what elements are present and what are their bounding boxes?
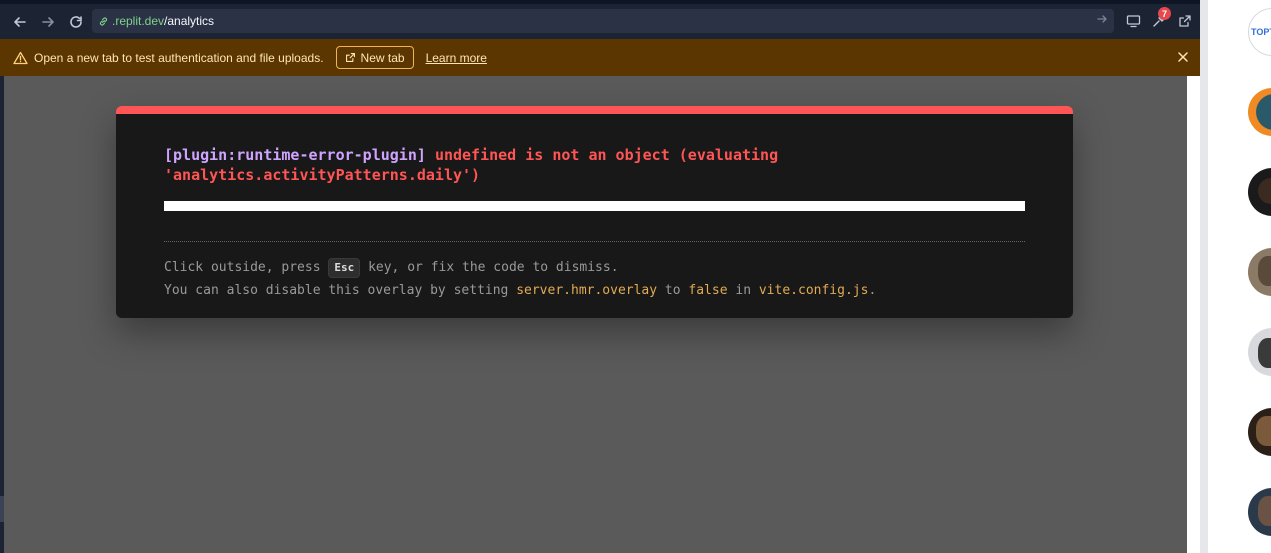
arrow-go-icon[interactable]	[1096, 13, 1108, 25]
tip-text: in	[735, 283, 752, 298]
company-logo[interactable]: TOPT	[1248, 8, 1271, 56]
tip-text: to	[664, 283, 681, 298]
url-domain: .replit.dev	[112, 14, 165, 28]
close-icon[interactable]	[1176, 50, 1190, 64]
monitor-icon	[1126, 15, 1140, 28]
page-scrollbar[interactable]	[1187, 76, 1200, 553]
pane-divider[interactable]	[1200, 0, 1208, 553]
link-icon	[99, 16, 108, 26]
forward-button[interactable]	[34, 8, 62, 36]
info-banner: Open a new tab to test authentication an…	[0, 39, 1200, 76]
new-tab-button[interactable]: New tab	[335, 46, 414, 69]
tip-line-2: You can also disable this overlay by set…	[164, 279, 876, 302]
tip-text: .	[868, 283, 877, 298]
tip-text: You can also disable this overlay by set…	[164, 283, 509, 298]
side-panel: TOPT	[1208, 0, 1271, 553]
arrow-right-icon	[42, 16, 54, 27]
tip-line-1: Click outside, press Esc key, or fix the…	[164, 256, 876, 279]
external-link-icon	[1179, 15, 1191, 27]
tip-false-code: false	[688, 283, 728, 298]
notification-badge: 7	[1158, 7, 1171, 20]
toolbar-actions: 7	[1122, 7, 1196, 34]
error-frame-placeholder	[164, 201, 1025, 211]
avatar[interactable]	[1248, 88, 1271, 136]
new-tab-label: New tab	[360, 50, 405, 65]
tip-text: key, or fix the code to dismiss.	[368, 260, 619, 275]
error-plugin-name: [plugin:runtime-error-plugin]	[164, 146, 426, 164]
open-new-window-button[interactable]	[1174, 8, 1196, 34]
error-message: [plugin:runtime-error-plugin] undefined …	[164, 145, 924, 185]
url-bar[interactable]: .replit.dev/analytics	[92, 9, 1114, 33]
tip-file-code: vite.config.js	[758, 283, 869, 298]
devtools-button[interactable]: 7	[1148, 7, 1171, 34]
company-logo-text: TOPT	[1251, 27, 1271, 37]
learn-more-link[interactable]: Learn more	[426, 51, 487, 65]
overlay-tip: Click outside, press Esc key, or fix the…	[164, 256, 876, 302]
avatar[interactable]	[1248, 248, 1271, 296]
tip-text: Click outside, press	[164, 260, 321, 275]
external-link-icon	[345, 53, 355, 62]
error-overlay: [plugin:runtime-error-plugin] undefined …	[116, 106, 1073, 318]
url-path: /analytics	[164, 14, 215, 28]
tip-setting-code: server.hmr.overlay	[516, 283, 658, 298]
esc-key: Esc	[328, 258, 361, 278]
avatar[interactable]	[1248, 408, 1271, 456]
avatar[interactable]	[1248, 488, 1271, 536]
avatar[interactable]	[1248, 168, 1271, 216]
arrow-left-icon	[14, 16, 26, 27]
banner-message: Open a new tab to test authentication an…	[34, 50, 324, 65]
avatar[interactable]	[1248, 328, 1271, 376]
overlay-divider	[164, 241, 1025, 242]
reload-icon	[70, 15, 82, 28]
devices-button[interactable]	[1122, 8, 1144, 34]
reload-button[interactable]	[62, 8, 90, 36]
browser-toolbar: .replit.dev/analytics 7	[0, 4, 1200, 39]
back-button[interactable]	[6, 8, 34, 36]
warning-icon	[12, 50, 28, 66]
